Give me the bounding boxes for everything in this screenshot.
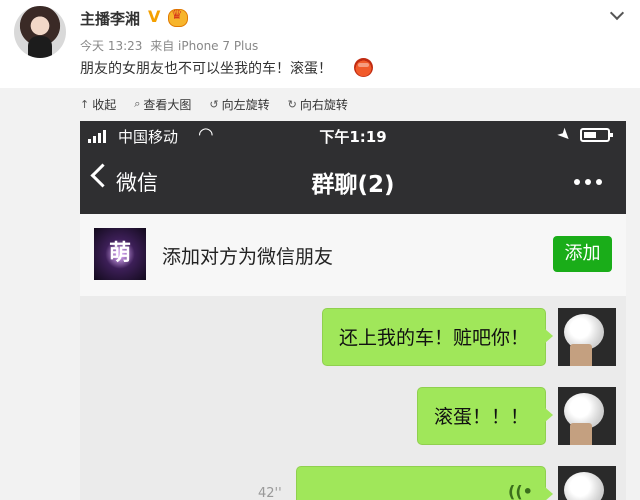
add-friend-banner: 萌 添加对方为微信朋友 添加 xyxy=(80,214,626,297)
message-bubble[interactable]: 滚蛋！！！ xyxy=(416,387,554,445)
verified-v-icon: V xyxy=(148,7,161,26)
message-row: 还上我的车！赃吧你！ xyxy=(321,308,616,366)
sender-avatar[interactable] xyxy=(558,308,616,366)
voice-duration: 42'' xyxy=(258,486,282,500)
post-text: 朋友的女朋友也不可以坐我的车！滚蛋！ xyxy=(80,61,332,77)
sender-avatar[interactable] xyxy=(558,466,616,500)
post-source: 来自 iPhone 7 Plus xyxy=(150,39,259,53)
collapse-label: 收起 xyxy=(92,97,117,112)
view-large-label: 查看大图 xyxy=(143,97,192,112)
collapse-button[interactable]: ↑ 收起 xyxy=(80,95,116,113)
message-bubble[interactable]: 还上我的车！赃吧你！ xyxy=(321,308,554,366)
sender-avatar[interactable] xyxy=(558,387,616,445)
user-avatar[interactable] xyxy=(14,6,66,58)
rotate-left-icon: ↺ xyxy=(209,97,219,111)
collapse-icon: ↑ xyxy=(80,97,90,111)
post-meta: 今天 13:23 来自 iPhone 7 Plus xyxy=(80,37,262,54)
username[interactable]: 主播李湘 xyxy=(80,8,140,29)
search-icon: ⌕ xyxy=(134,97,141,110)
voice-wave-icon: ((• xyxy=(508,482,533,500)
image-toolbar: ↑ 收起 ⌕ 查看大图 ↺ 向左旋转 ↻ 向右旋转 xyxy=(80,95,366,113)
angry-emoji-icon xyxy=(354,58,373,77)
view-large-button[interactable]: ⌕ 查看大图 xyxy=(134,95,191,113)
rotate-left-label: 向左旋转 xyxy=(221,97,270,112)
wechat-screenshot[interactable]: 中国移动 ◠ 下午1:19 ➤ 微信 群聊(2) 萌 添加对方为微信朋友 添加 … xyxy=(80,121,626,500)
post-time[interactable]: 今天 13:23 xyxy=(80,39,142,53)
status-bar: 中国移动 ◠ 下午1:19 ➤ xyxy=(80,121,626,151)
wechat-navbar: 微信 群聊(2) xyxy=(80,151,626,214)
message-row xyxy=(296,466,616,500)
contact-avatar[interactable]: 萌 xyxy=(94,228,146,280)
chat-area[interactable]: 还上我的车！赃吧你！ 滚蛋！！！ 42'' ((• xyxy=(80,296,626,500)
chat-title: 群聊(2) xyxy=(311,172,395,198)
crown-badge-icon xyxy=(168,8,188,27)
rotate-left-button[interactable]: ↺ 向左旋转 xyxy=(209,95,269,113)
status-time: 下午1:19 xyxy=(319,128,387,146)
add-friend-button[interactable]: 添加 xyxy=(553,236,612,272)
message-row: 滚蛋！！！ xyxy=(416,387,616,445)
post-header: 主播李湘 V 今天 13:23 来自 iPhone 7 Plus 朋友的女朋友也… xyxy=(0,0,640,88)
more-options-icon[interactable] xyxy=(574,179,602,185)
chevron-down-icon[interactable] xyxy=(609,5,625,21)
battery-icon xyxy=(580,128,613,142)
rotate-right-label: 向右旋转 xyxy=(299,97,348,112)
rotate-right-button[interactable]: ↻ 向右旋转 xyxy=(288,95,348,113)
add-friend-text: 添加对方为微信朋友 xyxy=(162,246,334,268)
rotate-right-icon: ↻ xyxy=(287,97,297,111)
